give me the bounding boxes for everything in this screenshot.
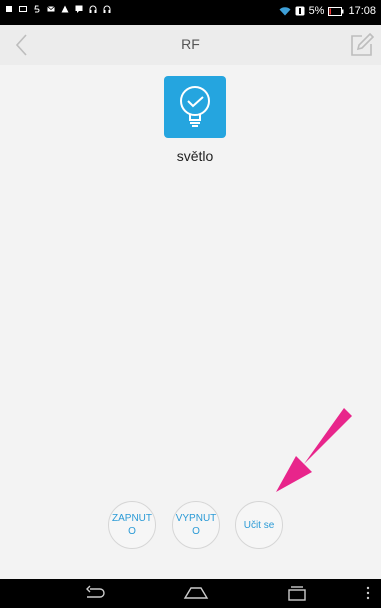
clock: 17:08 — [348, 5, 376, 17]
annotation-arrow-icon — [276, 408, 352, 492]
badge-icon — [295, 6, 305, 16]
battery-percent: 5% — [308, 5, 325, 17]
lightbulb-icon — [180, 86, 210, 127]
system-indicators: 5% 17:08 — [279, 5, 376, 17]
learn-label: Učit se — [243, 519, 275, 531]
chat-icon — [75, 5, 83, 13]
wifi-icon — [279, 7, 291, 16]
five-icon — [34, 5, 40, 13]
mail-icon — [47, 6, 55, 12]
battery-icon — [328, 6, 344, 16]
back-icon[interactable] — [84, 584, 106, 602]
device-panel: světlo ZAPNUTO VYPNUTO Učit se — [0, 65, 381, 579]
device-name: světlo — [176, 148, 214, 164]
navigation-bar — [0, 579, 381, 608]
home-icon[interactable] — [183, 584, 209, 602]
headset-icon — [103, 5, 111, 13]
turn-off-button[interactable]: VYPNUTO — [172, 501, 220, 549]
turn-off-label: VYPNUTO — [175, 513, 217, 537]
turn-on-label: ZAPNUTO — [112, 513, 152, 537]
edit-icon[interactable] — [347, 31, 375, 59]
notification-icons — [5, 5, 111, 13]
learn-button[interactable]: Učit se — [235, 501, 283, 549]
page-title: RF — [181, 36, 200, 52]
image-icon — [19, 6, 27, 12]
menu-icon[interactable] — [365, 584, 371, 602]
turn-on-button[interactable]: ZAPNUTO — [108, 501, 156, 549]
warning-icon — [61, 5, 69, 13]
app-header: RF — [0, 25, 381, 66]
recents-icon[interactable] — [286, 584, 308, 602]
android-icon — [6, 6, 12, 12]
status-bar: 5% 17:08 — [0, 0, 381, 25]
device-tile[interactable] — [164, 76, 226, 138]
headset-icon — [89, 5, 97, 13]
